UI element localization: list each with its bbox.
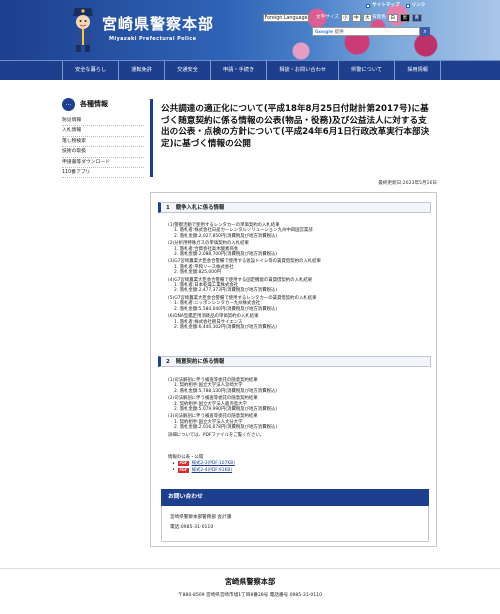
foreign-language-button[interactable]: Foreign Language <box>263 14 309 22</box>
bullet-icon: • <box>172 460 175 467</box>
bg-color-label: 背景色 <box>372 14 386 20</box>
search-input[interactable]: Google 提供 <box>312 27 420 36</box>
nav-item-recruitment[interactable]: 採用情報 <box>394 61 442 80</box>
sidebar-item-110-app[interactable]: 110番アプリ <box>62 168 144 179</box>
footer-title: 宮崎県警察本部 <box>224 577 276 586</box>
top-links: サイトマップ リンク <box>366 3 425 9</box>
search-placeholder: 提供 <box>334 30 344 35</box>
last-updated: 最終更新日:2023年5月16日 <box>378 181 437 186</box>
top-link-sitemap[interactable]: サイトマップ <box>366 3 400 9</box>
sidebar-item-lost-items[interactable]: 落し物検索 <box>62 137 144 148</box>
page-title-box: 公共調達の適正化について(平成18年8月25日付財計第2017号)に基づく随意契… <box>150 99 437 177</box>
nav-item-traffic[interactable]: 交通安全 <box>164 61 210 80</box>
section-heading-private-contract: 2 随意契約に係る情報 <box>158 356 431 367</box>
bg-color-black-button[interactable]: 黒 <box>399 14 410 22</box>
contract-item-line: 2. 落札金額:5,788,130円(消費税及び地方消費税込) <box>174 388 278 394</box>
search-button[interactable]: ⌕ <box>420 27 430 36</box>
top-link-sitemap-label: サイトマップ <box>372 3 400 8</box>
contact-org: 宮崎県警察本部警務部 会計課 <box>170 515 232 520</box>
site-title[interactable]: 宮崎県警察本部 <box>102 14 214 34</box>
sidebar-heading-text: 各種情報 <box>80 99 108 108</box>
section-title: 競争入札に係る情報 <box>175 205 225 211</box>
bid-item-line: 2. 落札金額:2,477,373円(消費税及び地方消費税込) <box>174 288 278 294</box>
bg-color-control: 背景色 白 黒 青 <box>372 14 422 22</box>
pdf-link-form-2-4[interactable]: 様式2-4(PDF:91KB) <box>192 468 233 474</box>
bid-item-line: 2. 落札金額:2,088,700円(消費税及び地方消費税込) <box>174 252 278 258</box>
section-heading-bidding: 1 競争入札に係る情報 <box>158 202 431 213</box>
square-bullet-icon <box>366 4 370 9</box>
font-size-control: 文字サイズ 小 中 大 <box>316 14 372 22</box>
mascot-logo[interactable] <box>70 6 96 54</box>
nav-item-consultation[interactable]: 相談・お問い合わせ <box>266 61 338 80</box>
pdf-icon: PDF <box>177 468 189 474</box>
contact-body: 宮崎県警察本部警務部 会計課 電話:0985-31-0110 <box>161 506 429 542</box>
dots-icon: … <box>62 98 75 111</box>
sidebar-item-bidding[interactable]: 入札情報 <box>62 126 144 137</box>
page-title: 公共調達の適正化について(平成18年8月25日付財計第2017号)に基づく随意契… <box>161 104 430 150</box>
google-logo-text: Google <box>315 30 334 35</box>
section-title: 随意契約に係る情報 <box>175 359 225 365</box>
square-bullet-icon <box>405 4 410 9</box>
pdf-note: 詳細については、PDFファイルをご覧ください。 <box>168 432 265 438</box>
bid-item-line: 2. 落札金額:825,000円 <box>174 270 222 276</box>
site-footer: 宮崎県警察本部 〒880-8509 宮崎県宮崎市旭1丁目8番28号 電話番号 0… <box>0 568 500 614</box>
top-link-links-label: リンク <box>411 3 426 8</box>
contract-item-line: 2. 落札金額:5,079,990円(消費税及び地方消費税込) <box>174 407 278 413</box>
bg-color-white-button[interactable]: 白 <box>387 14 398 22</box>
sidebar-list: 防災情報 入札情報 落し物検索 技術の取扱 申請書等ダウンロード 110番アプリ <box>62 116 144 179</box>
font-size-large-button[interactable]: 大 <box>362 14 372 22</box>
site-subtitle: Miyazaki Prefectural Police <box>109 36 197 42</box>
private-contract-results: (1)司法解剖に伴う検査等委託の随意契約結果 1. 契約相手:国立大学法人宮崎大… <box>168 378 430 438</box>
nav-item-about[interactable]: 県警について <box>338 61 394 80</box>
sidebar-item-downloads[interactable]: 申請書等ダウンロード <box>62 158 144 168</box>
contact-heading: お問い合わせ <box>161 489 429 506</box>
section-number: 1 <box>166 205 170 211</box>
content-box: 1 競争入札に係る情報 (1)警察活動で使用するレンタカーの単価契約の入札結果 1… <box>150 192 437 547</box>
contact-phone: 電話:0985-31-0110 <box>170 525 214 530</box>
pdf-item: • PDF 様式2-3(PDF:107KB) <box>168 461 235 468</box>
nav-item-safety[interactable]: 安全な暮らし <box>62 61 118 80</box>
bullet-icon: • <box>172 467 175 474</box>
font-size-medium-button[interactable]: 中 <box>351 14 361 22</box>
contract-item-line: 2. 落札金額:2,016,678円(消費税及び地方消費税込) <box>174 425 278 431</box>
global-nav: 安全な暮らし 運転免許 交通安全 申請・手続き 相談・お問い合わせ 県警について… <box>0 60 500 80</box>
site-header: 宮崎県警察本部 Miyazaki Prefectural Police サイトマ… <box>0 0 500 60</box>
bidding-results: (1)警察活動で使用するレンタカーの単価契約の入札結果 1. 落札者:株式会社日… <box>168 223 430 330</box>
section-number: 2 <box>166 359 170 365</box>
bid-item-line: 2. 落札金額:2,027,850円(消費税及び地方消費税込) <box>174 233 278 239</box>
sidebar-item-technology[interactable]: 技術の取扱 <box>62 147 144 158</box>
nav-item-license[interactable]: 運転免許 <box>118 61 164 80</box>
pdf-link-form-2-3[interactable]: 様式2-3(PDF:107KB) <box>192 461 235 467</box>
footer-address: 〒880-8509 宮崎県宮崎市旭1丁目8番28号 電話番号 0985-31-0… <box>177 592 323 598</box>
sidebar-item-disaster[interactable]: 防災情報 <box>62 116 144 127</box>
font-size-small-button[interactable]: 小 <box>340 14 350 22</box>
sidebar-heading: … 各種情報 <box>62 98 108 111</box>
bg-color-blue-button[interactable]: 青 <box>411 14 422 22</box>
pdf-list: 情報の公表・公開 • PDF 様式2-3(PDF:107KB) • PDF 様式… <box>168 455 235 474</box>
pdf-icon: PDF <box>177 461 189 467</box>
pdf-item: • PDF 様式2-4(PDF:91KB) <box>168 467 235 474</box>
magnifier-icon: ⌕ <box>423 28 427 35</box>
bid-item-line: 2. 落札金額:6,440,302円(消費税及び地方消費税込) <box>174 324 278 330</box>
font-size-label: 文字サイズ <box>316 14 339 20</box>
bid-item-line: 2. 落札金額:5,584,040円(消費税及び地方消費税込) <box>174 306 278 312</box>
nav-item-applications[interactable]: 申請・手続き <box>210 61 266 80</box>
top-link-links[interactable]: リンク <box>405 3 426 9</box>
